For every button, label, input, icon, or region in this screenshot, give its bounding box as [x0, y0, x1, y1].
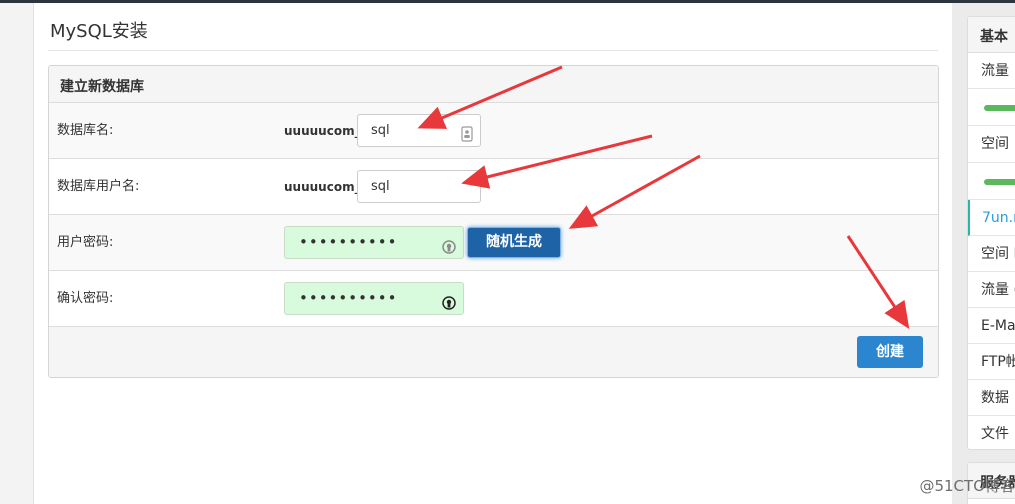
confirm-password-value: •••••••••• — [299, 289, 398, 307]
sidebar-item-space-bar — [968, 163, 1015, 200]
sidebar-panel: 基本 流量 空间 7un.n 空间 I 流量 ( E-Ma FTP帐 数据 文件 — [967, 16, 1015, 450]
panel-footer: 创建 — [49, 327, 938, 377]
sidebar-item-space[interactable]: 空间 — [968, 126, 1015, 163]
sidebar-item-ftp[interactable]: FTP帐 — [968, 344, 1015, 380]
form-row-db-user: 数据库用户名: uuuuucom_ sql — [49, 159, 938, 215]
password-value: •••••••••• — [299, 233, 398, 251]
random-generate-button[interactable]: 随机生成 — [467, 227, 561, 258]
watermark: @51CTO博客 — [919, 477, 1015, 495]
create-database-panel: 建立新数据库 数据库名: uuuuucom_ sql 数据库用户名: uuuuu… — [48, 65, 939, 378]
page-title: MySQL安装 — [50, 21, 148, 42]
panel-heading: 建立新数据库 — [49, 66, 938, 103]
main-panel: MySQL安装 建立新数据库 数据库名: uuuuucom_ sql 数据库用户… — [34, 3, 952, 504]
db-name-label: 数据库名: — [57, 123, 114, 138]
password-reveal-icon[interactable] — [442, 291, 456, 322]
db-user-prefix: uuuuucom_ — [284, 180, 361, 194]
password-reveal-icon[interactable] — [442, 235, 456, 266]
db-user-value: sql — [371, 179, 390, 194]
sidebar-item-email[interactable]: E-Ma — [968, 308, 1015, 344]
password-input[interactable]: •••••••••• — [284, 226, 464, 259]
left-gutter — [0, 3, 34, 504]
sidebar-item-files[interactable]: 文件 — [968, 416, 1015, 449]
db-name-prefix: uuuuucom_ — [284, 124, 361, 138]
db-user-input[interactable]: sql — [357, 170, 481, 203]
password-label: 用户密码: — [57, 235, 114, 250]
sidebar-item-traffic-bar — [968, 89, 1015, 126]
form-row-db-name: 数据库名: uuuuucom_ sql — [49, 103, 938, 159]
sidebar-item-traffic[interactable]: 流量 — [968, 53, 1015, 89]
sidebar-item-space-info[interactable]: 空间 I — [968, 236, 1015, 272]
traffic-usage-bar — [984, 105, 1015, 111]
form-row-confirm: 确认密码: •••••••••• — [49, 271, 938, 327]
sidebar-item-domain[interactable]: 7un.n — [968, 200, 1015, 236]
confirm-password-input[interactable]: •••••••••• — [284, 282, 464, 315]
title-divider — [48, 50, 938, 51]
db-name-input[interactable]: sql — [357, 114, 481, 147]
sidebar-item-database[interactable]: 数据 — [968, 380, 1015, 416]
confirm-label: 确认密码: — [57, 291, 114, 306]
create-button[interactable]: 创建 — [857, 336, 923, 368]
sidebar-heading: 基本 — [968, 17, 1015, 53]
contact-card-icon[interactable] — [461, 123, 473, 154]
db-user-label: 数据库用户名: — [57, 179, 140, 194]
space-usage-bar — [984, 179, 1015, 185]
sidebar-item-traffic-info[interactable]: 流量 ( — [968, 272, 1015, 308]
db-name-value: sql — [371, 123, 390, 138]
form-row-password: 用户密码: •••••••••• 随机生成 — [49, 215, 938, 271]
